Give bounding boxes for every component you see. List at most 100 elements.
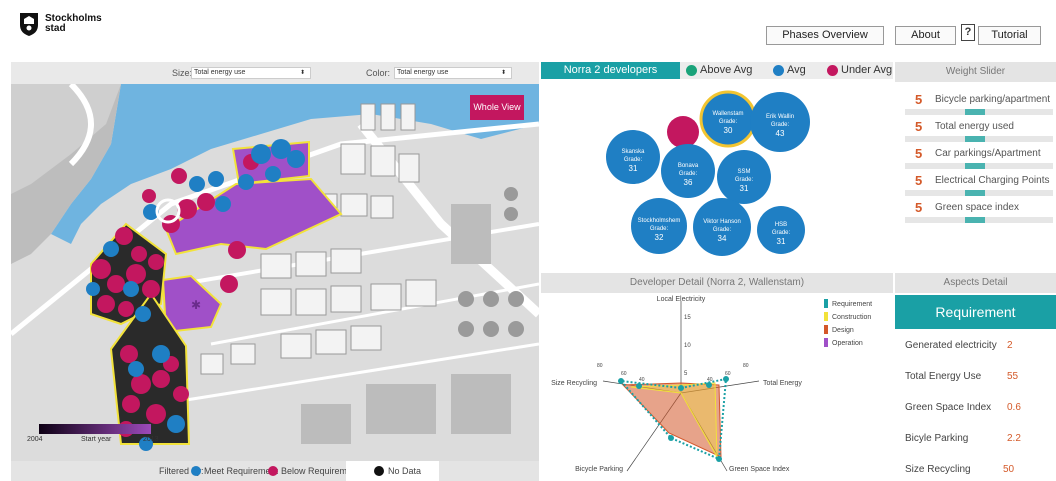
radar-point xyxy=(723,376,729,382)
aspect-row: Green Space Index 0.6 xyxy=(905,402,1055,413)
developer-grade-label: Grade: xyxy=(679,171,698,177)
avg-dot-icon xyxy=(773,65,784,76)
radar-legend-swatch xyxy=(824,325,828,334)
radar-legend-swatch xyxy=(824,312,828,321)
developer-grade-label: Grade: xyxy=(771,122,790,128)
weight-slider-handle[interactable] xyxy=(965,217,985,223)
start-year-min: 2004 xyxy=(27,436,43,443)
developer-bubble[interactable]: Viktor Hanson Grade:34 xyxy=(693,198,751,256)
svg-text:✱: ✱ xyxy=(191,298,201,312)
no-data-dot-icon xyxy=(374,466,384,476)
logo-line-2: stad xyxy=(45,23,66,34)
weight-slider-handle[interactable] xyxy=(965,163,985,169)
aspect-label: Green Space Index xyxy=(905,402,992,413)
city-map[interactable]: ✱ xyxy=(11,84,539,461)
aspect-row: Total Energy Use 55 xyxy=(905,371,1055,382)
developer-grade-label: Grade: xyxy=(650,226,669,232)
aspect-value: 55 xyxy=(1007,371,1019,382)
developer-bubble[interactable]: Skanska Grade:31 xyxy=(606,130,660,184)
weight-slider-handle[interactable] xyxy=(965,109,985,115)
avg-label: Avg xyxy=(787,64,806,76)
developer-grade: 36 xyxy=(684,178,693,187)
aspect-row: Bicyle Parking 2.2 xyxy=(905,433,1055,444)
developer-grade: 31 xyxy=(777,237,786,246)
under-avg-label: Under Avg xyxy=(841,64,893,76)
developer-bubble[interactable]: SSM Grade:31 xyxy=(717,150,771,204)
tab-norra-2-developers[interactable]: Norra 2 developers xyxy=(541,62,680,79)
developer-name: Erik Wallin xyxy=(766,114,794,120)
above-avg-label: Above Avg xyxy=(700,64,753,76)
radar-point xyxy=(716,456,722,462)
aspect-label: Generated electricity xyxy=(905,340,997,351)
chevron-down-icon: ⬍ xyxy=(299,70,305,76)
map-controls: Size: Total energy use ⬍ Color: Total en… xyxy=(11,62,539,84)
developer-grade-label: Grade: xyxy=(624,157,643,163)
radar-axis-label: Size Recycling xyxy=(551,380,597,387)
weight-label: Car parkings/Apartment xyxy=(935,148,1041,159)
developer-grade-label: Grade: xyxy=(719,119,738,125)
weight-label: Total energy used xyxy=(935,121,1014,132)
developer-grade: 31 xyxy=(740,184,749,193)
developer-grade: 31 xyxy=(629,164,638,173)
tutorial-button[interactable]: Tutorial xyxy=(978,26,1041,45)
weight-slider-item: 5 Car parkings/Apartment xyxy=(905,146,1055,170)
developer-grade-label: Grade: xyxy=(735,177,754,183)
color-select-value: Total energy use xyxy=(397,69,449,76)
about-button[interactable]: About xyxy=(895,26,956,45)
weight-label: Green space index xyxy=(935,202,1019,213)
weight-label: Electrical Charging Points xyxy=(935,175,1050,186)
radar-point xyxy=(668,435,674,441)
aspect-label: Total Energy Use xyxy=(905,371,982,382)
radar-legend-label: Construction xyxy=(832,314,871,321)
size-select[interactable]: Total energy use ⬍ xyxy=(191,67,311,79)
size-label: Size: xyxy=(172,68,193,78)
radar-tick-label: 5 xyxy=(684,371,688,377)
developer-grade: 32 xyxy=(655,233,664,242)
aspect-label: Size Recycling xyxy=(905,464,971,475)
radar-axis-label: Bicycle Parking xyxy=(575,466,623,473)
developer-name: Wallenstam xyxy=(712,111,743,117)
developer-bubble[interactable]: Stockholmshem Grade:32 xyxy=(631,198,687,254)
start-year-gradient xyxy=(39,424,151,434)
radar-tick-label: 10 xyxy=(684,343,691,349)
developer-grade: 30 xyxy=(724,126,733,135)
whole-view-button[interactable]: Whole View xyxy=(470,95,524,120)
radar-axis-label: Local Electricity xyxy=(657,296,706,303)
developer-bubble[interactable]: HSB Grade:31 xyxy=(757,206,805,254)
weight-slider-handle[interactable] xyxy=(965,190,985,196)
aspect-value: 2 xyxy=(1007,340,1013,351)
below-requirement-dot-icon xyxy=(268,466,278,476)
developer-radar-chart: Local Electricity Total Energy Green Space… xyxy=(541,293,893,481)
city-crest-icon xyxy=(20,13,38,36)
filter-no-data: No Data xyxy=(388,466,422,476)
aspect-value: 2.2 xyxy=(1007,433,1021,444)
weight-slider-handle[interactable] xyxy=(965,136,985,142)
color-select[interactable]: Total energy use ⬍ xyxy=(394,67,512,79)
weight-slider-item: 5 Bicycle parking/apartment xyxy=(905,92,1055,116)
under-avg-developer-bubble[interactable] xyxy=(667,116,699,148)
developer-grade: 43 xyxy=(776,129,785,138)
radar-side-tick-left: 80 xyxy=(597,363,603,369)
weight-slider-title: Weight Slider xyxy=(895,62,1056,82)
aspect-label: Bicyle Parking xyxy=(905,433,969,444)
under-avg-dot-icon xyxy=(827,65,838,76)
radar-legend-label: Operation xyxy=(832,340,863,347)
weight-slider-item: 5 Total energy used xyxy=(905,119,1055,143)
start-year-max: 2013 xyxy=(143,436,159,443)
weight-value: 5 xyxy=(915,119,923,134)
aspects-detail-title: Aspects Detail xyxy=(895,273,1056,293)
radar-side-tick-left: 40 xyxy=(639,377,645,383)
developer-bubble[interactable]: Erik Wallin Grade:43 xyxy=(750,92,810,152)
developer-grade-label: Grade: xyxy=(772,230,791,236)
map-panel: Size: Total energy use ⬍ Color: Total en… xyxy=(11,62,539,481)
developer-bubble[interactable]: Bonava Grade:36 xyxy=(661,144,715,198)
weight-value: 5 xyxy=(915,200,923,215)
no-data-filter[interactable]: No Data xyxy=(346,461,439,481)
developer-bubble[interactable]: Wallenstam Grade:30 xyxy=(699,90,757,148)
phases-overview-button[interactable]: Phases Overview xyxy=(766,26,884,45)
radar-legend-label: Requirement xyxy=(832,301,872,308)
filter-meet-requirement[interactable]: Meet Requirement xyxy=(204,466,278,476)
weight-slider-item: 5 Electrical Charging Points xyxy=(905,173,1055,197)
radar-axis-label: Total Energy xyxy=(763,380,802,387)
help-icon[interactable]: ? xyxy=(961,24,975,41)
